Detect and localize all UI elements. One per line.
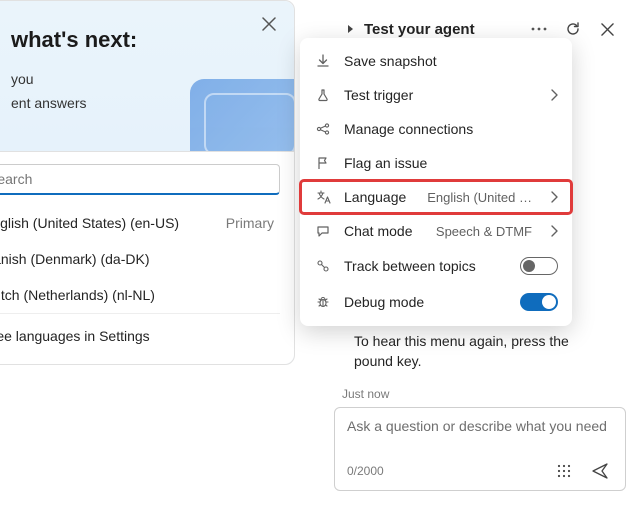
menu-language-value: English (United …	[427, 190, 532, 205]
onboarding-card: what's next: you ent answers English (Un…	[0, 0, 295, 365]
settings-link-label: See languages in Settings	[0, 328, 150, 344]
menu-chat-mode-value: Speech & DTMF	[436, 224, 532, 239]
chat-input[interactable]: Ask a question or describe what you need…	[334, 407, 626, 491]
onboarding-title: what's next:	[11, 27, 272, 53]
chat-icon	[314, 224, 332, 238]
language-search-input[interactable]	[0, 171, 269, 187]
close-icon[interactable]	[258, 13, 280, 35]
menu-flag-issue[interactable]: Flag an issue	[300, 146, 572, 180]
bug-icon	[314, 295, 332, 309]
collapse-caret-icon[interactable]	[346, 24, 356, 34]
language-icon	[314, 190, 332, 205]
char-counter: 0/2000	[347, 464, 384, 478]
track-icon	[314, 259, 332, 273]
more-options-menu: Save snapshot Test trigger Manage connec…	[300, 38, 572, 326]
chat-area: To hear this menu again, press the pound…	[334, 328, 626, 491]
menu-test-trigger[interactable]: Test trigger	[300, 78, 572, 112]
chat-timestamp: Just now	[334, 381, 626, 407]
menu-save-snapshot[interactable]: Save snapshot	[300, 44, 572, 78]
chat-message: To hear this menu again, press the pound…	[334, 328, 626, 381]
language-name: English (United States) (en-US)	[0, 215, 179, 231]
language-option[interactable]: Dutch (Netherlands) (nl-NL)	[0, 277, 280, 313]
track-topics-toggle[interactable]	[520, 257, 558, 275]
pane-title: Test your agent	[364, 21, 475, 38]
language-name: Dutch (Netherlands) (nl-NL)	[0, 287, 155, 303]
chat-input-placeholder: Ask a question or describe what you need	[347, 418, 613, 458]
menu-track-topics[interactable]: Track between topics	[300, 248, 572, 284]
language-name: Danish (Denmark) (da-DK)	[0, 251, 149, 267]
download-icon	[314, 54, 332, 68]
onboarding-banner: what's next: you ent answers	[0, 1, 294, 151]
menu-language[interactable]: Language English (United …	[300, 180, 572, 214]
connections-icon	[314, 122, 332, 136]
keypad-icon[interactable]	[551, 458, 577, 484]
flask-icon	[314, 88, 332, 102]
send-icon[interactable]	[587, 458, 613, 484]
chevron-right-icon	[550, 89, 558, 101]
menu-chat-mode[interactable]: Chat mode Speech & DTMF	[300, 214, 572, 248]
language-tag: Primary	[226, 215, 274, 231]
chevron-right-icon	[550, 191, 558, 203]
see-languages-settings[interactable]: See languages in Settings	[0, 313, 280, 352]
menu-debug-mode[interactable]: Debug mode	[300, 284, 572, 320]
chevron-right-icon	[550, 225, 558, 237]
language-option[interactable]: Danish (Denmark) (da-DK)	[0, 241, 280, 277]
menu-manage-connections[interactable]: Manage connections	[300, 112, 572, 146]
onboarding-illustration	[190, 79, 294, 151]
language-search[interactable]	[0, 164, 280, 195]
language-list: English (United States) (en-US) Primary …	[0, 205, 280, 313]
flag-icon	[314, 156, 332, 170]
close-pane-icon[interactable]	[594, 16, 620, 42]
language-option[interactable]: English (United States) (en-US) Primary	[0, 205, 280, 241]
language-picker-panel: English (United States) (en-US) Primary …	[0, 151, 294, 364]
debug-mode-toggle[interactable]	[520, 293, 558, 311]
